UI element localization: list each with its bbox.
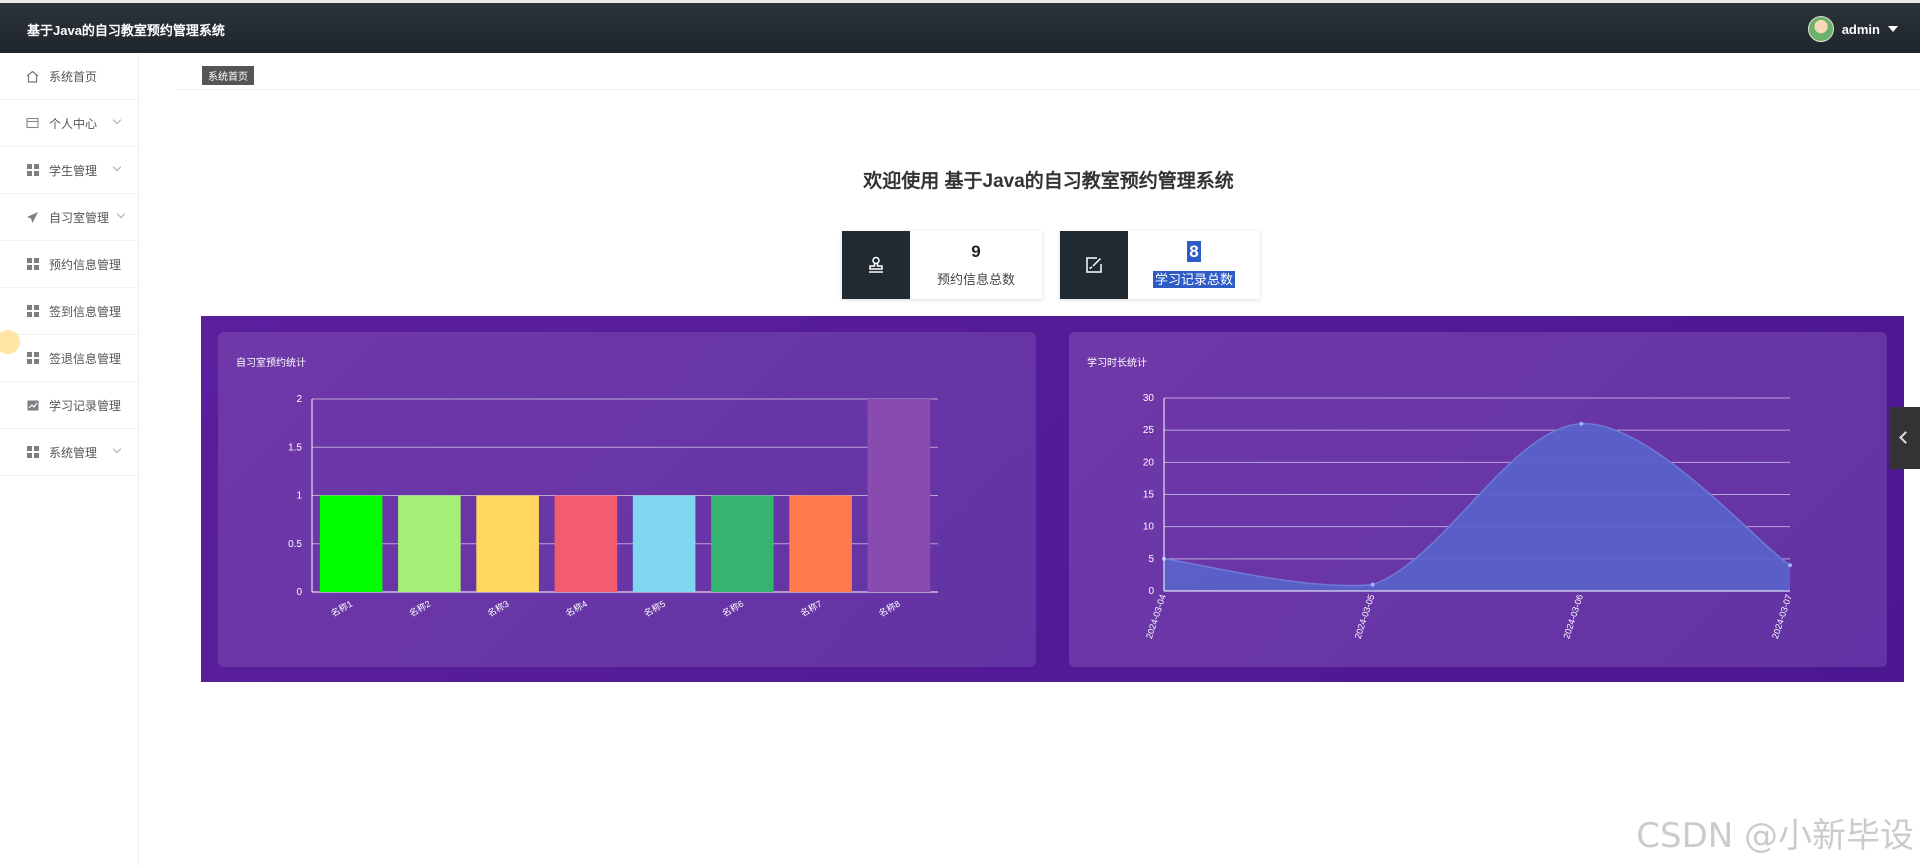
sidebar-item-label: 系统首页 xyxy=(49,69,98,84)
watermark: CSDN @小新毕设 xyxy=(1636,816,1914,856)
chevron-down-icon xyxy=(116,209,126,219)
grid-icon xyxy=(26,305,39,318)
x-tick-label: 2024-03-07 xyxy=(1770,593,1794,640)
bar xyxy=(632,495,696,592)
y-tick-label: 1 xyxy=(296,491,302,502)
sidebar-item-home[interactable]: 系统首页 xyxy=(0,53,138,100)
chevron-down-icon xyxy=(112,115,122,125)
y-tick-label: 0 xyxy=(296,587,302,598)
home-icon xyxy=(26,70,39,83)
data-point xyxy=(1788,563,1792,568)
y-tick-label: 0 xyxy=(1148,586,1154,597)
chevron-down-icon xyxy=(112,444,122,454)
sidebar-item-label: 签到信息管理 xyxy=(49,304,122,319)
y-tick-label: 25 xyxy=(1143,425,1155,436)
card-icon xyxy=(26,117,39,130)
stamp-icon xyxy=(842,231,910,299)
grid-icon xyxy=(26,164,39,177)
bar xyxy=(398,495,461,592)
y-tick-label: 0.5 xyxy=(288,539,302,550)
stat-value: 8 xyxy=(1187,241,1201,262)
area-fill xyxy=(1164,423,1790,591)
y-tick-label: 1.5 xyxy=(288,442,302,453)
y-tick-label: 30 xyxy=(1143,393,1155,404)
area-chart: 0 5 10 15 20 25 30 2024-03-04 2024-03-05 2024-03-… xyxy=(1143,393,1794,640)
grid-icon xyxy=(26,352,39,365)
x-tick-label: 名称6 xyxy=(720,598,745,619)
sidebar-item-study-records[interactable]: 学习记录管理 xyxy=(0,382,138,429)
stat-card-reservations[interactable]: 9 预约信息总数 xyxy=(842,231,1042,299)
top-bar: 基于Java的自习教室预约管理系统 admin xyxy=(0,0,1920,53)
sidebar-item-study-rooms[interactable]: 自习室管理 xyxy=(0,194,138,241)
bar xyxy=(476,495,539,592)
page-title: 欢迎使用 基于Java的自习教室预约管理系统 xyxy=(863,171,1234,192)
stat-label: 预约信息总数 xyxy=(936,272,1015,287)
sidebar-item-system[interactable]: 系统管理 xyxy=(0,429,138,476)
sidebar-item-checkout[interactable]: 签退信息管理 xyxy=(0,335,138,382)
area-chart-panel: 学习时长统计 0 5 10 15 20 25 30 2024-03-04 2024-03-05 2… xyxy=(1069,332,1887,667)
bar-chart-panel: 自习室预约统计 0 0.5 1 1.5 2 名称1 名称2 名称3 名称4 名称5 名称6 名称7 名称… xyxy=(218,332,1036,667)
stat-card-study-records[interactable]: 8 学习记录总数 xyxy=(1060,231,1260,299)
sidebar-item-checkin[interactable]: 签到信息管理 xyxy=(0,288,138,335)
sidebar-item-personal-center[interactable]: 个人中心 xyxy=(0,100,138,147)
avatar[interactable] xyxy=(1807,16,1834,42)
grid-icon xyxy=(26,446,39,459)
send-icon xyxy=(26,211,39,224)
x-tick-label: 2024-03-04 xyxy=(1144,593,1168,640)
breadcrumb-current[interactable]: 系统首页 xyxy=(202,66,254,85)
username[interactable]: admin xyxy=(1842,22,1880,37)
x-tick-label: 2024-03-06 xyxy=(1561,593,1585,640)
sidebar-item-label: 预约信息管理 xyxy=(49,257,122,272)
x-tick-label: 名称1 xyxy=(329,598,354,619)
y-tick-label: 15 xyxy=(1143,490,1155,501)
collapse-panel-button[interactable] xyxy=(1890,407,1920,469)
chevron-down-icon xyxy=(112,162,122,172)
sidebar-item-label: 个人中心 xyxy=(49,116,98,131)
caret-down-icon[interactable] xyxy=(1888,26,1898,32)
y-tick-label: 5 xyxy=(1148,554,1154,565)
sidebar-item-label: 签退信息管理 xyxy=(49,351,122,366)
chart-title: 学习时长统计 xyxy=(1087,358,1147,369)
y-tick-label: 2 xyxy=(296,394,302,405)
x-tick-label: 名称2 xyxy=(407,598,432,619)
sidebar-item-label: 学生管理 xyxy=(49,163,98,178)
edit-icon xyxy=(1060,231,1128,299)
grid-icon xyxy=(26,258,39,271)
data-point xyxy=(1370,582,1375,587)
sidebar-item-label: 系统管理 xyxy=(49,445,98,460)
sidebar-item-students[interactable]: 学生管理 xyxy=(0,147,138,194)
chart-icon xyxy=(26,399,39,412)
bar xyxy=(789,495,852,592)
app-title: 基于Java的自习教室预约管理系统 xyxy=(27,23,225,38)
bar xyxy=(867,399,931,592)
breadcrumb: 系统首页 xyxy=(177,53,1920,90)
y-tick-label: 20 xyxy=(1143,457,1155,468)
stat-value: 9 xyxy=(971,242,981,261)
x-tick-label: 名称3 xyxy=(485,598,510,619)
x-tick-label: 名称4 xyxy=(563,598,588,619)
user-menu[interactable]: admin xyxy=(1807,16,1898,42)
data-point xyxy=(1579,421,1584,426)
bar-chart: 0 0.5 1 1.5 2 名称1 名称2 名称3 名称4 名称5 名称6 名称7 名称8 xyxy=(288,394,938,619)
x-tick-label: 名称8 xyxy=(876,598,901,619)
x-tick-label: 名称5 xyxy=(642,598,667,619)
dashboard-charts: 自习室预约统计 0 0.5 1 1.5 2 名称1 名称2 名称3 名称4 名称5 名称6 名称7 名称… xyxy=(201,316,1904,682)
sidebar-item-label: 学习记录管理 xyxy=(49,398,122,413)
bar xyxy=(554,495,618,592)
bar xyxy=(319,495,383,592)
bar xyxy=(711,495,774,592)
chart-title: 自习室预约统计 xyxy=(236,358,306,369)
stat-label: 学习记录总数 xyxy=(1152,271,1235,288)
sidebar-item-reservations[interactable]: 预约信息管理 xyxy=(0,241,138,288)
y-tick-label: 10 xyxy=(1143,522,1155,533)
sidebar: 系统首页 个人中心 学生管理 自习室管理 预约信息管理 签到信息管理 签退信息管… xyxy=(0,53,139,865)
x-tick-label: 2024-03-05 xyxy=(1353,593,1377,640)
sidebar-item-label: 自习室管理 xyxy=(49,210,110,225)
x-tick-label: 名称7 xyxy=(798,598,823,619)
